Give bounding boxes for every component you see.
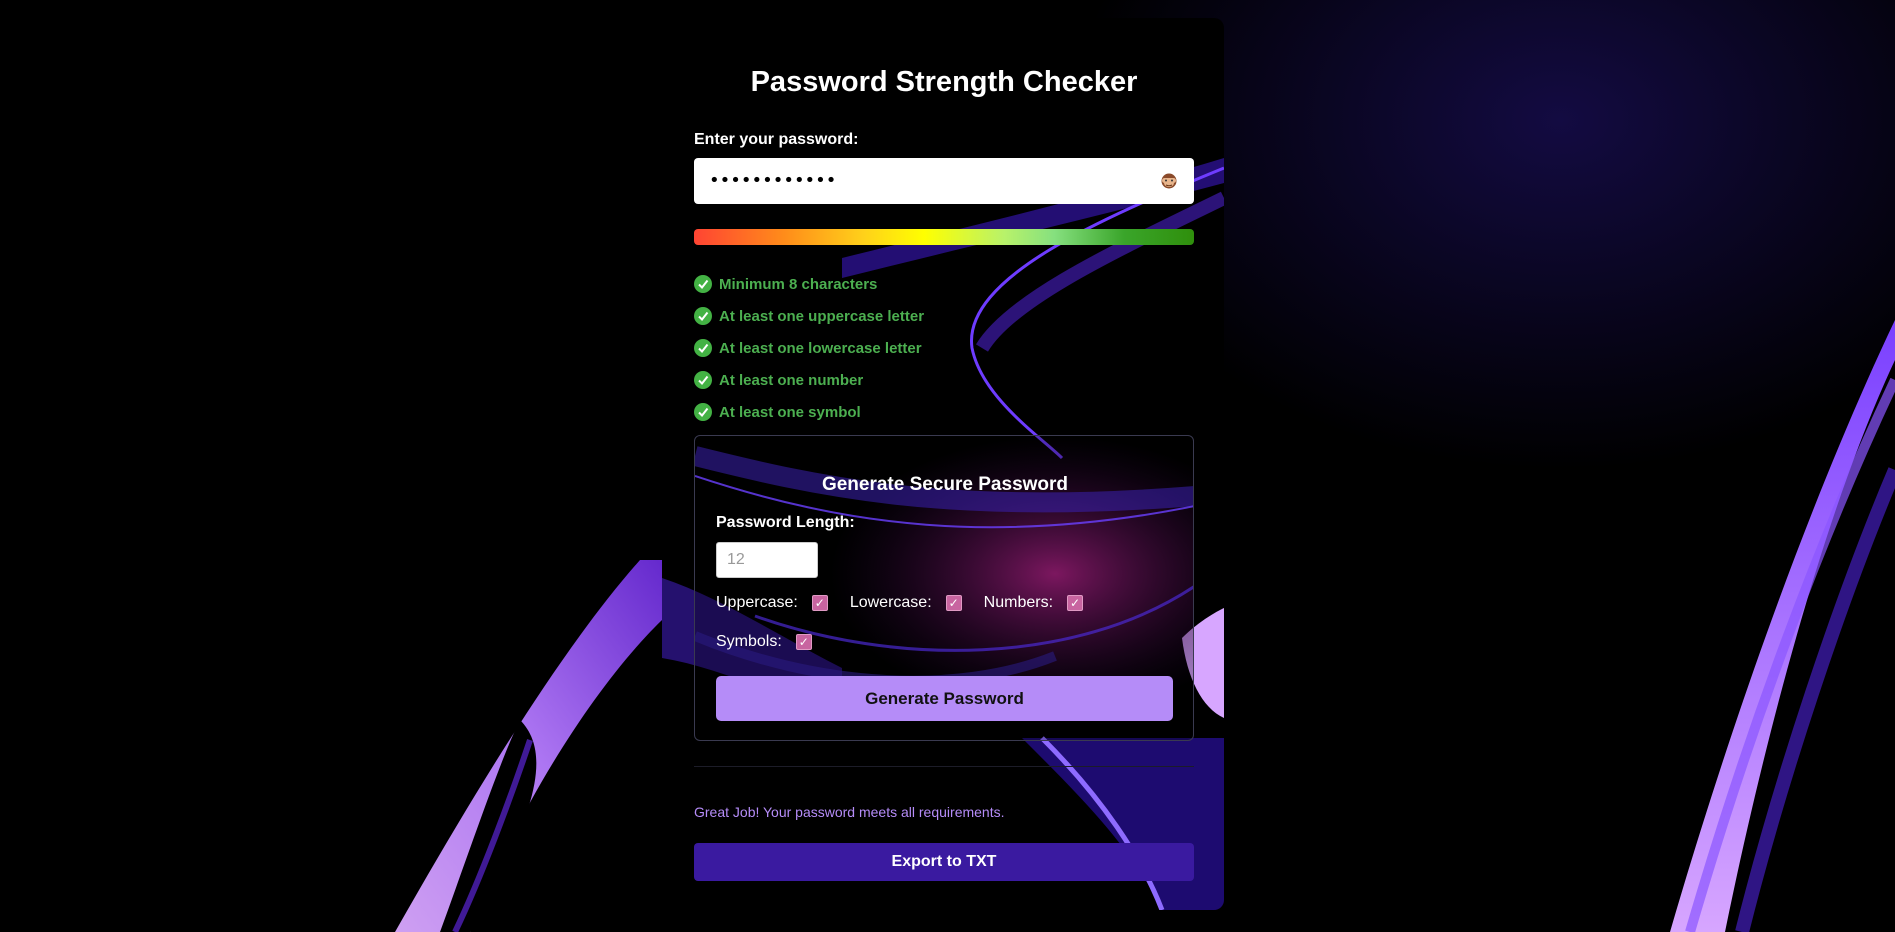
requirement-label: Minimum 8 characters <box>719 275 878 293</box>
requirement-item: At least one symbol <box>694 396 924 428</box>
uppercase-label: Uppercase: <box>716 594 798 611</box>
password-input[interactable]: •••••••••••• <box>694 158 1194 204</box>
numbers-checkbox[interactable]: ✓ <box>1067 595 1084 611</box>
strength-meter <box>694 229 1194 245</box>
status-message: Great Job! Your password meets all requi… <box>694 804 1005 820</box>
requirement-item: Minimum 8 characters <box>694 268 924 300</box>
checker-card: Password Strength Checker Enter your pas… <box>662 18 1224 910</box>
password-masked-value: •••••••••••• <box>709 170 837 191</box>
check-icon <box>694 371 712 389</box>
password-label: Enter your password: <box>694 131 859 148</box>
options-row: Uppercase: ✓ Lowercase: ✓ Numbers: ✓ <box>716 594 1105 612</box>
export-txt-button[interactable]: Export to TXT <box>694 843 1194 881</box>
requirement-label: At least one symbol <box>719 403 861 421</box>
requirement-label: At least one lowercase letter <box>719 339 922 357</box>
check-icon <box>694 339 712 357</box>
requirement-item: At least one uppercase letter <box>694 300 924 332</box>
monkey-see-no-evil-icon[interactable] <box>1160 172 1178 190</box>
divider <box>694 766 1194 767</box>
generator-title: Generate Secure Password <box>821 474 1069 495</box>
requirements-list: Minimum 8 characters At least one upperc… <box>694 268 924 428</box>
requirement-label: At least one uppercase letter <box>719 307 925 325</box>
length-input[interactable] <box>716 542 818 578</box>
symbols-checkbox[interactable]: ✓ <box>795 634 812 650</box>
requirement-item: At least one lowercase letter <box>694 332 924 364</box>
uppercase-checkbox[interactable]: ✓ <box>811 595 828 611</box>
page-title: Password Strength Checker <box>750 66 1138 98</box>
symbols-label: Symbols: <box>716 633 782 650</box>
options-row: Symbols: ✓ <box>716 633 834 651</box>
check-icon <box>694 403 712 421</box>
length-label: Password Length: <box>716 514 855 531</box>
requirement-item: At least one number <box>694 364 924 396</box>
numbers-label: Numbers: <box>983 594 1054 611</box>
lowercase-checkbox[interactable]: ✓ <box>945 595 962 611</box>
check-icon <box>694 275 712 293</box>
generate-password-button[interactable]: Generate Password <box>716 676 1173 721</box>
requirement-label: At least one number <box>719 371 864 389</box>
check-icon <box>694 307 712 325</box>
lowercase-label: Lowercase: <box>849 594 932 611</box>
generator-panel: Generate Secure Password Password Length… <box>694 435 1194 741</box>
